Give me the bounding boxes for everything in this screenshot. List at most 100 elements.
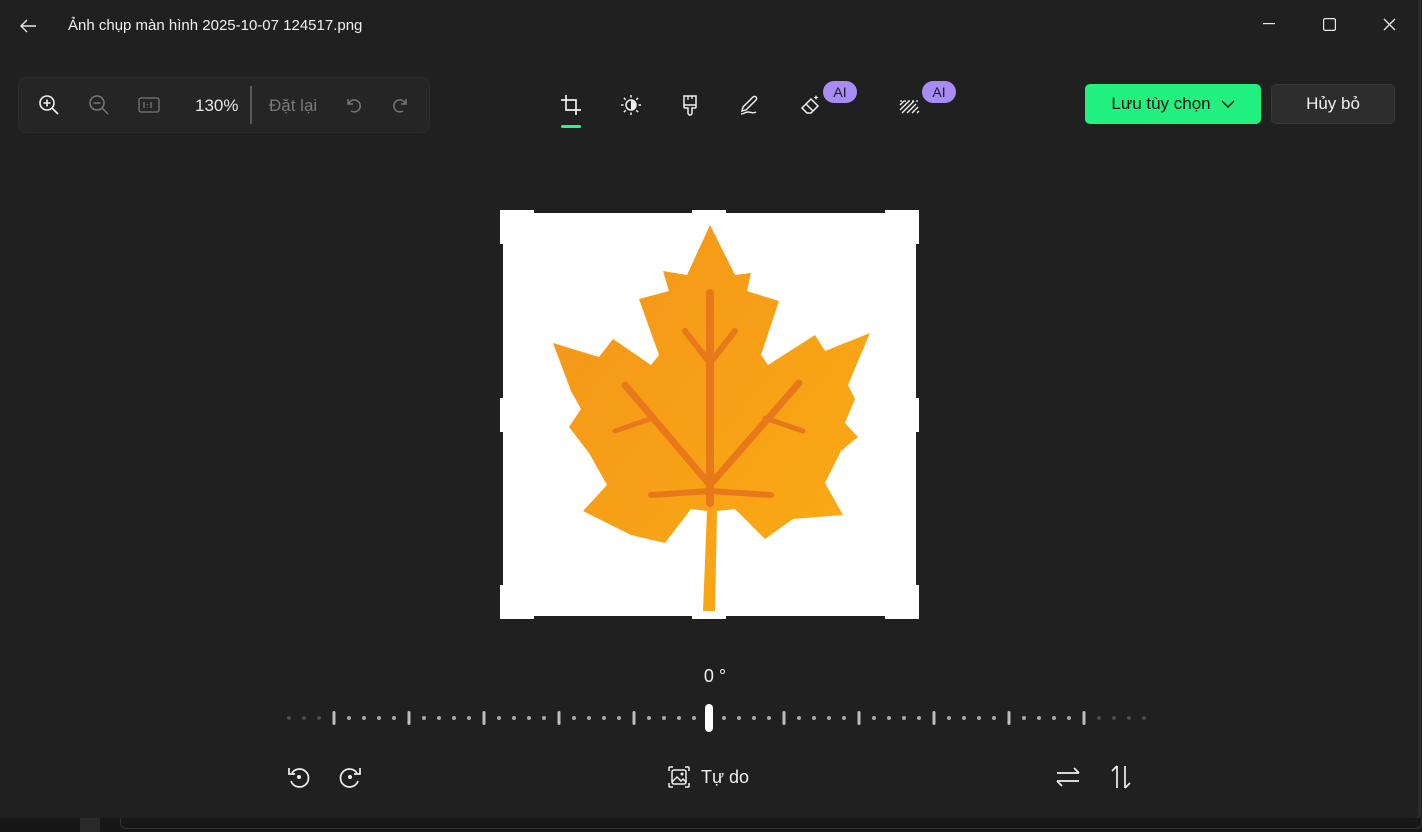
brightness-icon — [621, 95, 641, 115]
dial-minor-tick — [317, 716, 321, 720]
flip-horizontal-button[interactable] — [1051, 760, 1085, 794]
crop-handle-top-right[interactable] — [885, 210, 919, 214]
dial-minor-tick — [587, 716, 591, 720]
close-button[interactable] — [1366, 8, 1412, 40]
zoom-in-button[interactable] — [35, 91, 63, 119]
dial-minor-tick — [677, 716, 681, 720]
dial-major-tick — [407, 711, 411, 725]
crop-icon — [561, 95, 581, 115]
title-bar: Ảnh chụp màn hình 2025-10-07 124517.png — [0, 0, 1420, 50]
crop-tool-button[interactable] — [554, 88, 588, 122]
zoom-out-icon — [89, 95, 109, 115]
redo-button[interactable] — [387, 91, 415, 119]
divider — [250, 86, 252, 124]
dial-minor-tick — [1037, 716, 1041, 720]
dial-minor-tick — [527, 716, 531, 720]
straighten-dial[interactable] — [278, 700, 1148, 736]
crop-handle-bottom-left[interactable] — [500, 585, 504, 619]
dial-minor-tick — [1142, 716, 1146, 720]
maximize-button[interactable] — [1306, 8, 1352, 40]
ai-badge: AI — [823, 81, 857, 103]
active-tool-indicator — [561, 125, 581, 128]
dial-minor-tick — [1067, 716, 1071, 720]
crop-handle-bottom-left[interactable] — [500, 615, 534, 619]
cancel-button[interactable]: Hủy bỏ — [1271, 84, 1395, 124]
dial-minor-tick — [1022, 716, 1026, 720]
crop-handle-top-left[interactable] — [500, 210, 534, 214]
dial-minor-tick — [752, 716, 756, 720]
window-edge — [1418, 0, 1420, 818]
filter-tool-button[interactable] — [673, 88, 707, 122]
back-button[interactable] — [14, 12, 42, 40]
undo-button[interactable] — [339, 91, 367, 119]
close-icon — [1383, 18, 1395, 30]
adjust-tool-button[interactable] — [614, 88, 648, 122]
dial-minor-tick — [422, 716, 426, 720]
dial-minor-tick — [842, 716, 846, 720]
aspect-ratio-icon — [668, 766, 690, 788]
dial-major-tick — [557, 711, 561, 725]
crop-handle-top[interactable] — [692, 210, 726, 214]
crop-handle-bottom-right[interactable] — [915, 585, 919, 619]
reset-button[interactable]: Đặt lại — [269, 96, 317, 116]
chevron-down-icon — [1221, 100, 1235, 108]
minimize-button[interactable] — [1246, 8, 1292, 40]
crop-handle-bottom[interactable] — [692, 615, 726, 619]
aspect-ratio-button[interactable]: Tự do — [667, 760, 787, 794]
dial-minor-tick — [362, 716, 366, 720]
dial-minor-tick — [497, 716, 501, 720]
dial-minor-tick — [512, 716, 516, 720]
undo-icon — [347, 99, 361, 113]
dial-minor-tick — [977, 716, 981, 720]
rotate-right-icon — [339, 768, 361, 788]
crop-handle-right[interactable] — [915, 398, 919, 432]
dial-minor-tick — [1127, 716, 1131, 720]
dial-minor-tick — [1052, 716, 1056, 720]
dial-minor-tick — [947, 716, 951, 720]
crop-handle-bottom-right[interactable] — [885, 615, 919, 619]
image-canvas[interactable] — [503, 213, 916, 616]
dial-minor-tick — [887, 716, 891, 720]
aspect-ratio-label: Tự do — [701, 766, 750, 787]
eraser-icon — [800, 95, 820, 114]
flip-vertical-button[interactable] — [1104, 760, 1138, 794]
dial-minor-tick — [1097, 716, 1101, 720]
save-options-button[interactable]: Lưu tùy chọn — [1085, 84, 1261, 124]
dial-minor-tick — [797, 716, 801, 720]
crop-handle-top-left[interactable] — [500, 210, 504, 244]
markup-tool-button[interactable] — [733, 88, 767, 122]
dial-minor-tick — [812, 716, 816, 720]
dial-minor-tick — [377, 716, 381, 720]
dial-minor-tick — [872, 716, 876, 720]
dial-minor-tick — [1112, 716, 1116, 720]
photo-editor-window: Ảnh chụp màn hình 2025-10-07 124517.png … — [0, 0, 1421, 819]
dial-minor-tick — [617, 716, 621, 720]
crop-handle-top-right[interactable] — [915, 210, 919, 244]
dial-major-tick — [782, 711, 786, 725]
zoom-out-button[interactable] — [85, 91, 113, 119]
dial-minor-tick — [692, 716, 696, 720]
save-options-label: Lưu tùy chọn — [1111, 94, 1211, 113]
dial-minor-tick — [392, 716, 396, 720]
ai-badge: AI — [922, 81, 956, 103]
zoom-toolbar: 130% Đặt lại — [18, 77, 430, 133]
dial-major-tick — [932, 711, 936, 725]
dial-thumb[interactable] — [705, 704, 713, 732]
dial-minor-tick — [602, 716, 606, 720]
rotate-left-icon — [288, 768, 310, 788]
dial-minor-tick — [662, 716, 666, 720]
crop-handle-left[interactable] — [500, 398, 504, 432]
dial-major-tick — [857, 711, 861, 725]
maple-leaf-icon — [553, 225, 870, 611]
rotation-angle-label: 0 ° — [703, 666, 727, 686]
rotate-left-button[interactable] — [282, 760, 316, 794]
dial-minor-tick — [767, 716, 771, 720]
maximize-icon — [1322, 17, 1336, 31]
actual-size-button[interactable] — [135, 91, 163, 119]
dial-minor-tick — [287, 716, 291, 720]
zoom-level: 130% — [195, 96, 239, 115]
dial-minor-tick — [467, 716, 471, 720]
dial-minor-tick — [647, 716, 651, 720]
background-blur-icon — [899, 100, 920, 114]
rotate-right-button[interactable] — [333, 760, 367, 794]
